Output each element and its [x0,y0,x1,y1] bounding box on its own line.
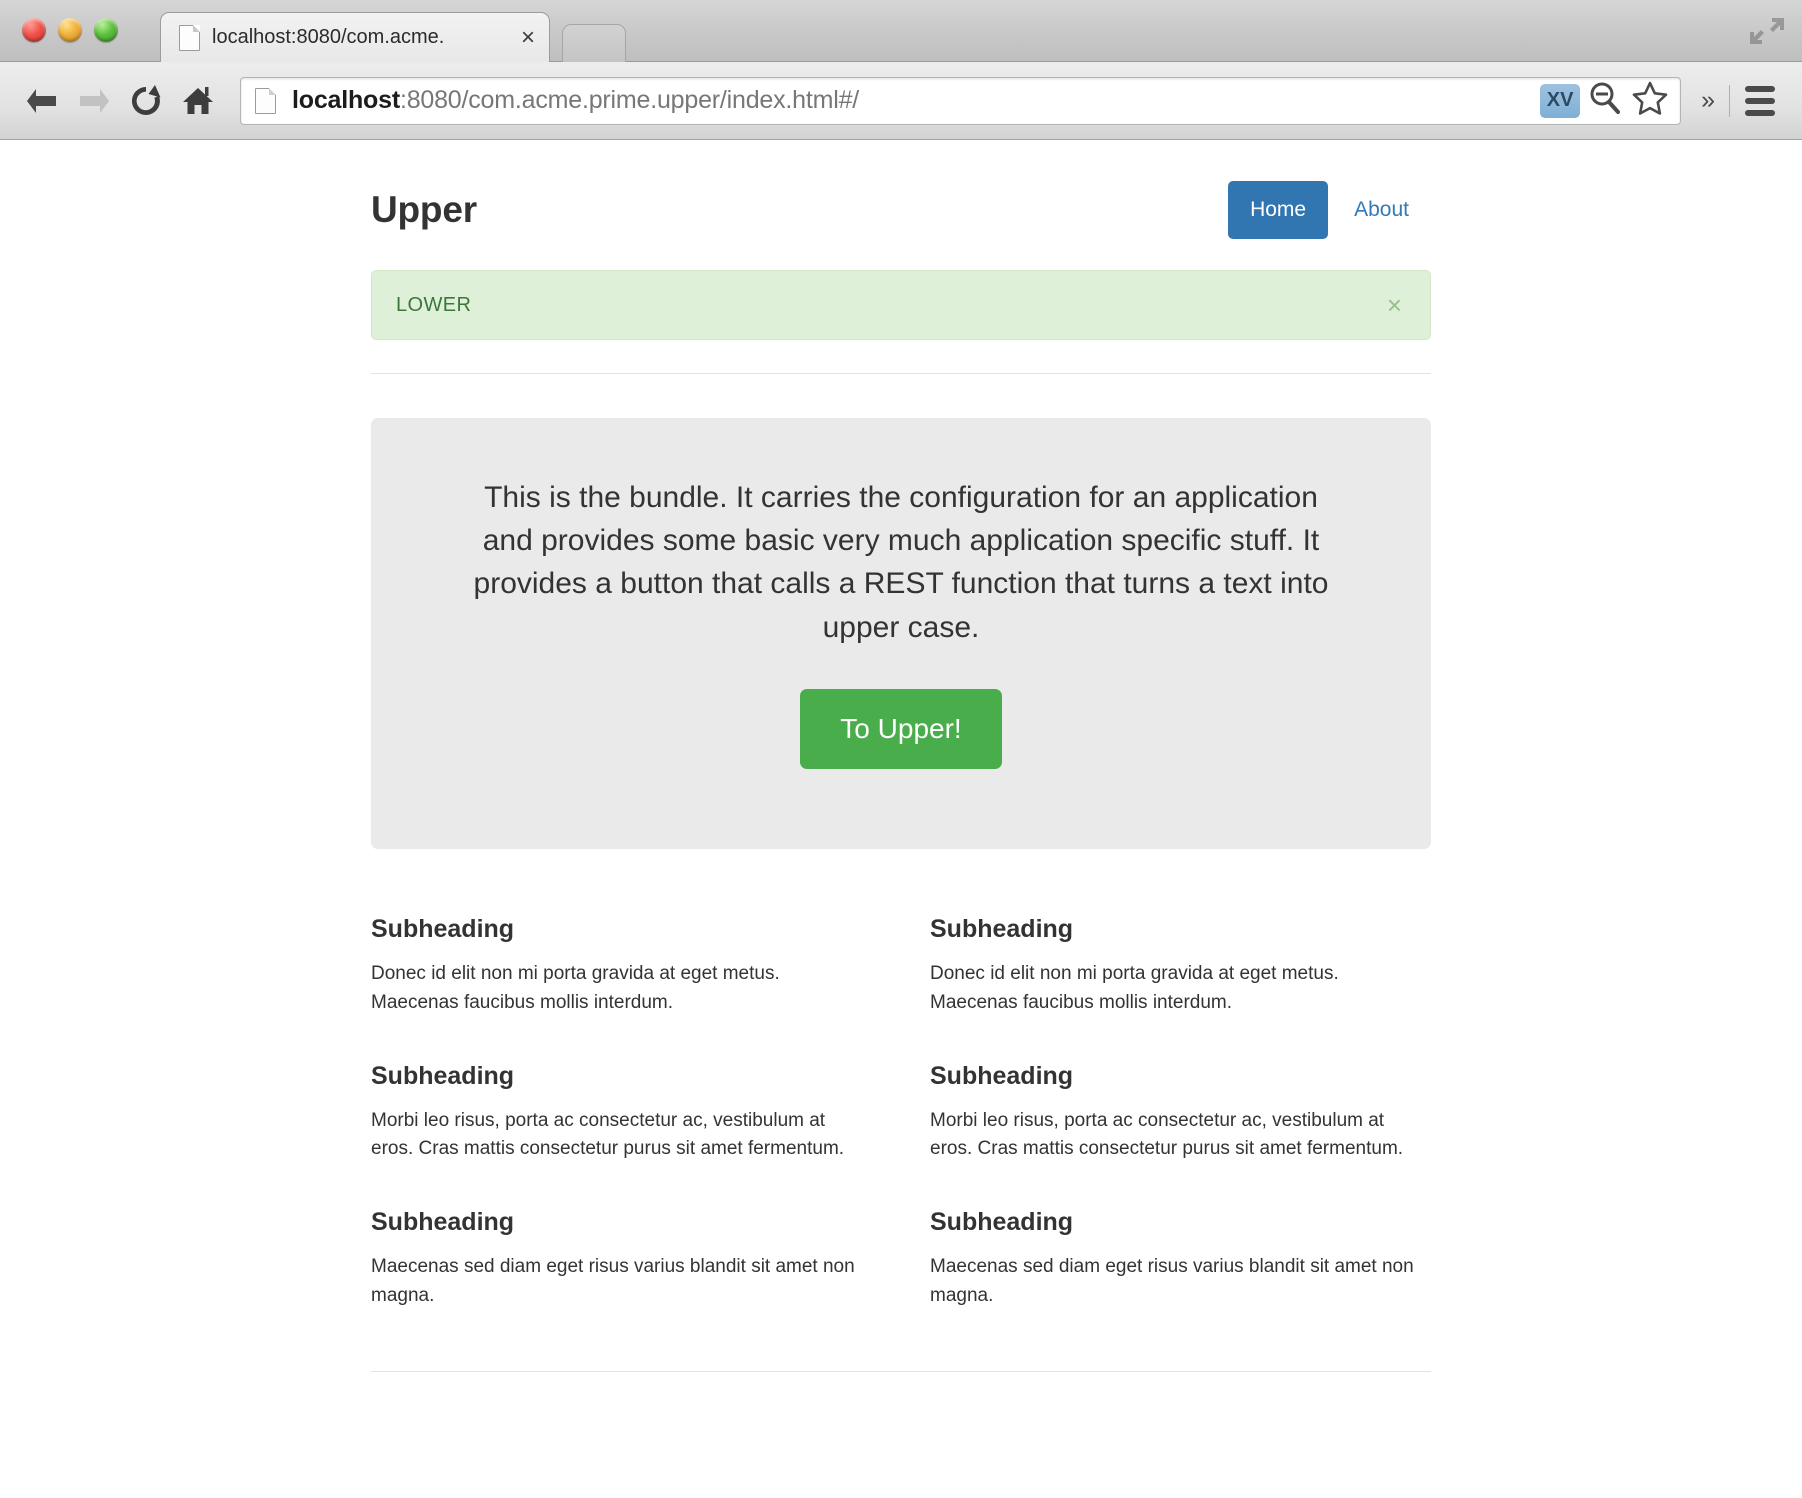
browser-tab-title: localhost:8080/com.acme. [212,26,445,48]
feature-heading: Subheading [371,914,515,943]
fullscreen-icon[interactable] [1748,14,1786,48]
window-controls [22,18,118,42]
feature-block: Subheading Morbi leo risus, porta ac con… [371,1062,872,1165]
new-tab-button[interactable] [562,24,626,62]
feature-body: Maecenas sed diam eget risus varius blan… [930,1256,1414,1307]
bookmark-star-icon[interactable] [1630,79,1670,122]
header-divider [371,373,1431,374]
menu-hamburger-icon[interactable] [1734,75,1786,127]
feature-body: Morbi leo risus, porta ac consectetur ac… [371,1109,845,1160]
feature-heading: Subheading [371,1208,515,1237]
feature-columns: Subheading Donec id elit non mi porta gr… [371,915,1431,1311]
browser-titlebar: localhost:8080/com.acme. × [0,0,1802,62]
feature-heading: Subheading [930,1061,1074,1090]
browser-window: localhost:8080/com.acme. × localhost:808… [0,0,1802,1498]
alert-message: LOWER [396,293,472,316]
home-icon[interactable] [172,75,224,127]
nav-item-about[interactable]: About [1332,181,1431,239]
minimize-window-button[interactable] [58,18,82,42]
feature-body: Donec id elit non mi porta gravida at eg… [371,962,780,1013]
jumbotron: This is the bundle. It carries the confi… [371,418,1431,849]
xv-extension-icon[interactable]: XV [1540,83,1581,118]
address-bar-actions: XV [1540,79,1674,122]
feature-block: Subheading Maecenas sed diam eget risus … [371,1208,872,1311]
feature-heading: Subheading [371,1061,515,1090]
address-bar-text: localhost:8080/com.acme.prime.upper/inde… [292,86,1540,115]
feature-body: Donec id elit non mi porta gravida at eg… [930,962,1339,1013]
to-upper-button[interactable]: To Upper! [800,688,1002,769]
page-title: Upper [371,189,477,230]
back-icon[interactable] [16,75,68,127]
zoom-window-button[interactable] [94,18,118,42]
feature-heading: Subheading [930,1208,1074,1237]
forward-icon[interactable] [68,75,120,127]
page-header: Upper Home About [371,168,1431,252]
footer-divider [371,1371,1431,1372]
feature-body: Morbi leo risus, porta ac consectetur ac… [930,1109,1404,1160]
feature-block: Subheading Morbi leo risus, porta ac con… [930,1062,1431,1165]
feature-block: Subheading Donec id elit non mi porta gr… [371,915,872,1018]
zoom-out-icon[interactable] [1586,79,1624,122]
status-alert: LOWER × [371,270,1431,340]
nav-item-home[interactable]: Home [1228,181,1329,239]
page-favicon-icon [179,24,200,51]
browser-tab[interactable]: localhost:8080/com.acme. × [160,12,550,62]
toolbar-overflow-area: » [1691,75,1786,127]
feature-heading: Subheading [930,914,1074,943]
reload-icon[interactable] [120,75,172,127]
alert-close-icon[interactable]: × [1383,292,1406,318]
feature-block: Subheading Donec id elit non mi porta gr… [930,915,1431,1018]
browser-toolbar: localhost:8080/com.acme.prime.upper/inde… [0,62,1802,140]
address-favicon-icon [255,87,276,114]
feature-block: Subheading Maecenas sed diam eget risus … [930,1208,1431,1311]
overflow-chevron-icon[interactable]: » [1691,86,1725,115]
address-bar[interactable]: localhost:8080/com.acme.prime.upper/inde… [240,76,1682,125]
main-nav: Home About [1228,181,1431,239]
address-path: :8080/com.acme.prime.upper/index.html#/ [399,86,860,114]
feature-body: Maecenas sed diam eget risus varius blan… [371,1256,855,1307]
close-tab-icon[interactable]: × [521,25,535,50]
feature-column-right: Subheading Donec id elit non mi porta gr… [930,915,1431,1311]
toolbar-divider [1729,84,1730,117]
close-window-button[interactable] [22,18,46,42]
jumbotron-paragraph: This is the bundle. It carries the confi… [473,481,1329,644]
page-viewport: Upper Home About LOWER × This is the bun… [0,140,1802,1498]
feature-column-left: Subheading Donec id elit non mi porta gr… [371,915,872,1311]
page-container: Upper Home About LOWER × This is the bun… [371,140,1431,1372]
address-host: localhost [292,86,400,114]
